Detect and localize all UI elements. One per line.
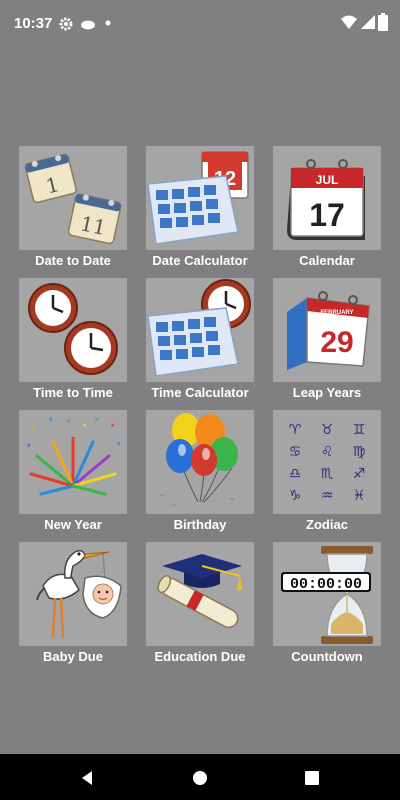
zodiac-symbol: ♉ [321,422,334,438]
time-calculator-icon [147,279,251,377]
leap-years-icon: FEBRUARY 29 [287,291,370,370]
tile-time-calculator[interactable] [146,278,254,382]
navigation-bar [0,754,400,800]
zodiac-icon: ♈ ♉ ♊ ♋ ♌ ♍ ♎ ♏ ♐ ♑ ♒ ♓ [289,422,366,504]
countdown-timer-readout: 00:00:00 [290,576,362,593]
svg-text:~: ~ [230,495,235,504]
svg-text:*: * [83,422,87,432]
tile-label-leap-years: Leap Years [292,385,362,400]
tile-zodiac[interactable]: ♈ ♉ ♊ ♋ ♌ ♍ ♎ ♏ ♐ ♑ ♒ ♓ [273,410,381,514]
zodiac-symbol: ♑ [289,488,302,504]
zodiac-symbol: ♌ [321,444,334,460]
svg-text:*: * [31,424,35,434]
svg-text:*: * [27,442,31,452]
tool-grid: 1 11 Date to Date 12 Date Calculator [0,0,400,760]
zodiac-symbol: ♋ [289,444,302,460]
tile-date-to-date[interactable]: 1 11 [19,146,127,250]
svg-text:~: ~ [172,501,177,510]
tile-education-due[interactable] [146,542,254,646]
zodiac-symbol: ♍ [353,444,366,460]
tile-countdown[interactable]: 00:00:00 [273,542,381,646]
recents-icon[interactable] [302,768,322,788]
zodiac-symbol: ♎ [289,466,302,482]
leap-years-month: FEBRUARY [320,310,353,316]
tile-label-zodiac: Zodiac [306,517,348,532]
zodiac-symbol: ♒ [321,488,334,504]
svg-text:*: * [95,416,99,426]
tile-birthday[interactable]: ~ ~ ~ [146,410,254,514]
svg-text:*: * [117,440,121,450]
zodiac-symbol: ♐ [353,466,366,482]
zodiac-symbol: ♊ [353,422,366,438]
svg-text:*: * [111,422,115,432]
time-to-time-icon [28,283,118,375]
tile-leap-years[interactable]: FEBRUARY 29 [273,278,381,382]
calendar-day: 17 [309,197,345,233]
svg-text:*: * [49,416,53,426]
home-icon[interactable] [190,768,210,788]
tile-date-calculator[interactable]: 12 [146,146,254,250]
hourglass-icon: 00:00:00 [281,546,373,644]
back-icon[interactable] [78,768,98,788]
tile-new-year[interactable]: * * * * * * * * [19,410,127,514]
tile-time-to-time[interactable] [19,278,127,382]
graduation-icon [157,554,242,629]
zodiac-symbol: ♏ [321,466,334,482]
tile-label-countdown: Countdown [291,649,363,664]
zodiac-symbol: ♓ [353,488,366,504]
tile-calendar[interactable]: JUL 17 [273,146,381,250]
zodiac-symbol: ♈ [289,422,302,438]
leap-years-day: 29 [320,326,353,359]
fireworks-icon: * * * * * * * * [27,416,121,496]
date-to-date-icon: 1 11 [24,153,122,245]
calendar-icon: JUL 17 [287,159,365,240]
stork-icon [36,549,122,639]
date-calculator-icon: 12 [147,151,249,245]
svg-text:~: ~ [160,491,165,500]
calendar-month: JUL [316,173,339,187]
svg-text:*: * [67,418,71,428]
tile-baby-due[interactable] [19,542,127,646]
tile-label-calendar: Calendar [299,253,355,268]
balloons-icon: ~ ~ ~ [160,413,238,510]
